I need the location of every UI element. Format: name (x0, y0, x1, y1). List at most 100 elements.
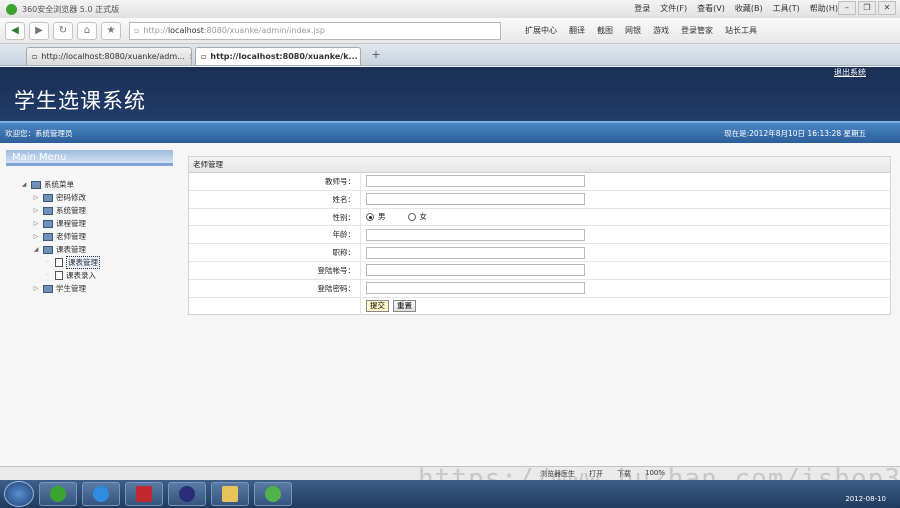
submit-button[interactable]: 提交 (366, 300, 389, 313)
folder-icon (31, 180, 41, 189)
field-label: 年龄： (189, 226, 361, 244)
field-label: 教师号： (189, 173, 361, 190)
sidebar-item-courses[interactable]: ▷ 课程管理 (6, 217, 173, 230)
refresh-icon[interactable]: ↻ (53, 21, 73, 40)
reset-button[interactable]: 重置 (393, 300, 416, 313)
window-controls: – ❐ ✕ (838, 1, 896, 15)
gender-female-label: 女 (419, 212, 428, 222)
collapse-icon[interactable]: ▷ (32, 220, 40, 227)
browser-titlebar: 360安全浏览器 5.0 正式版 登录 文件(F) 查看(V) 收藏(B) 工具… (0, 0, 900, 18)
app-title: 学生选课系统 (14, 89, 146, 113)
red-app-icon (136, 486, 152, 502)
field-label: 登陆密码： (189, 279, 361, 297)
tab-label: http://localhost:8080/xuanke/adm... (41, 52, 185, 61)
gender-female-radio[interactable] (407, 212, 416, 221)
sidebar-item-label: 老师管理 (56, 232, 86, 241)
folder-icon (43, 245, 53, 254)
maximize-icon[interactable]: ❐ (858, 1, 876, 15)
page-icon: ▫ (134, 26, 140, 35)
field-label: 性别： (189, 208, 361, 226)
tab-admin[interactable]: ▫ http://localhost:8080/xuanke/adm... × (26, 47, 192, 65)
ie-icon (93, 486, 109, 502)
name-field[interactable] (366, 193, 585, 206)
page-icon (55, 271, 63, 280)
tree-root[interactable]: ◢ 系统菜单 (6, 178, 173, 191)
sidebar-item-label: 密码修改 (56, 193, 86, 202)
browser-title: 360安全浏览器 5.0 正式版 (22, 4, 120, 14)
sidebar-item-label: 学生管理 (56, 284, 86, 293)
page-icon: ▫ (32, 52, 38, 61)
close-icon[interactable]: ✕ (878, 1, 896, 15)
menu-tools[interactable]: 工具(T) (773, 3, 800, 14)
url-host: localhost (167, 26, 204, 35)
minimize-icon[interactable]: – (838, 1, 856, 15)
collapse-icon[interactable]: ▷ (32, 233, 40, 240)
age-field[interactable] (366, 228, 585, 241)
taskbar-explorer[interactable] (211, 482, 249, 506)
start-button[interactable] (4, 481, 34, 507)
sidebar-item-system[interactable]: ▷ 系统管理 (6, 204, 173, 217)
form-row-age: 年龄： (189, 226, 890, 245)
form-row-actions: 提交 重置 (189, 297, 890, 316)
browser-menubar: 登录 文件(F) 查看(V) 收藏(B) 工具(T) 帮助(H) (634, 3, 838, 14)
menu-file[interactable]: 文件(F) (660, 3, 687, 14)
sidebar-item-schedule[interactable]: ◢ 课表管理 (6, 243, 173, 256)
gender-male-label: 男 (378, 212, 386, 222)
teacher-id-field[interactable] (366, 175, 585, 188)
home-icon[interactable]: ⌂ (77, 21, 97, 40)
green-app-icon (265, 486, 281, 502)
tool-screenshot[interactable]: 截图 (597, 25, 613, 36)
new-tab-icon[interactable]: + (368, 47, 384, 63)
forward-arrow-icon[interactable]: ▶ (29, 21, 49, 40)
menu-view[interactable]: 查看(V) (697, 3, 725, 14)
browser-tools: 扩展中心 翻译 截图 网银 游戏 登录管家 站长工具 (525, 25, 757, 36)
job-title-field[interactable] (366, 246, 585, 259)
page-icon (55, 258, 63, 267)
tab-current[interactable]: ▫ http://localhost:8080/xuanke/k... × (195, 47, 361, 65)
tool-bank[interactable]: 网银 (625, 25, 641, 36)
address-input[interactable]: ▫ http://localhost:8080/xuanke/admin/ind… (129, 21, 501, 40)
sidebar-item-students[interactable]: ▷ 学生管理 (6, 282, 173, 295)
form-row-account: 登陆帐号： (189, 261, 890, 280)
menu-help[interactable]: 帮助(H) (810, 3, 838, 14)
login-account-field[interactable] (366, 264, 585, 277)
login-link[interactable]: 登录 (634, 3, 650, 14)
form-row-gender: 性别： 男 女 (189, 208, 890, 227)
taskbar-app-green[interactable] (254, 482, 292, 506)
favorite-star-icon[interactable]: ★ (101, 21, 121, 40)
taskbar-app-red[interactable] (125, 482, 163, 506)
sidebar: Main Menu ◢ 系统菜单 ▷ 密码修改 ▷ 系统管理 ▷ 课程管理 ▷ 老师管理 … (6, 150, 173, 450)
tool-translate[interactable]: 翻译 (569, 25, 585, 36)
expand-icon[interactable]: ◢ (32, 246, 40, 253)
back-arrow-icon[interactable]: ◀ (5, 21, 25, 40)
tool-extensions[interactable]: 扩展中心 (525, 25, 557, 36)
tool-games[interactable]: 游戏 (653, 25, 669, 36)
tree-root-label: 系统菜单 (44, 180, 74, 189)
sidebar-item-password[interactable]: ▷ 密码修改 (6, 191, 173, 204)
expand-icon[interactable]: ◢ (20, 181, 28, 188)
taskbar-360-browser[interactable] (39, 482, 77, 506)
sidebar-subitem-schedule-manage[interactable]: · 课表管理 (6, 256, 173, 269)
login-password-field[interactable] (366, 282, 585, 295)
tab-close-icon[interactable]: × (189, 52, 191, 61)
panel-heading: 老师管理 (189, 157, 890, 173)
folder-icon (43, 193, 53, 202)
taskbar-ie[interactable] (82, 482, 120, 506)
taskbar-app-eclipse[interactable] (168, 482, 206, 506)
menu-favorites[interactable]: 收藏(B) (735, 3, 763, 14)
collapse-icon[interactable]: ▷ (32, 207, 40, 214)
collapse-icon[interactable]: ▷ (32, 194, 40, 201)
collapse-icon[interactable]: ▷ (32, 285, 40, 292)
tool-webmaster[interactable]: 站长工具 (725, 25, 757, 36)
tab-strip: ▫ http://localhost:8080/xuanke/adm... × … (0, 44, 900, 66)
logout-link[interactable]: 退出系统 (834, 67, 866, 78)
sidebar-item-teachers[interactable]: ▷ 老师管理 (6, 230, 173, 243)
tray-date: 2012-08-10 (845, 495, 886, 503)
gender-male-radio[interactable] (366, 212, 374, 221)
system-tray: 2012-08-10 (514, 482, 894, 506)
tool-login-manager[interactable]: 登录管家 (681, 25, 713, 36)
sidebar-subitem-schedule-entry[interactable]: · 课表录入 (6, 269, 173, 282)
sidebar-item-label: 课表管理 (56, 245, 86, 254)
page-icon: ▫ (201, 52, 207, 61)
current-time: 现在是:2012年8月10日 16:13:28 星期五 (724, 129, 866, 138)
